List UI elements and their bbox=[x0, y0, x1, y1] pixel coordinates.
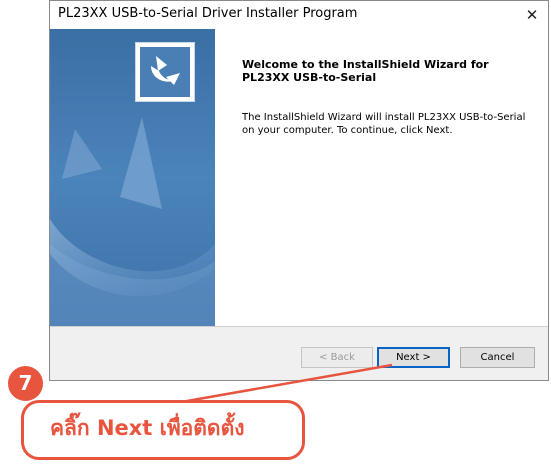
step-number-badge: 7 bbox=[8, 366, 43, 401]
instruction-callout: คลิ๊ก Next เพื่อติดตั้ง bbox=[21, 400, 305, 460]
callout-text: คลิ๊ก Next เพื่อติดตั้ง bbox=[50, 416, 245, 440]
